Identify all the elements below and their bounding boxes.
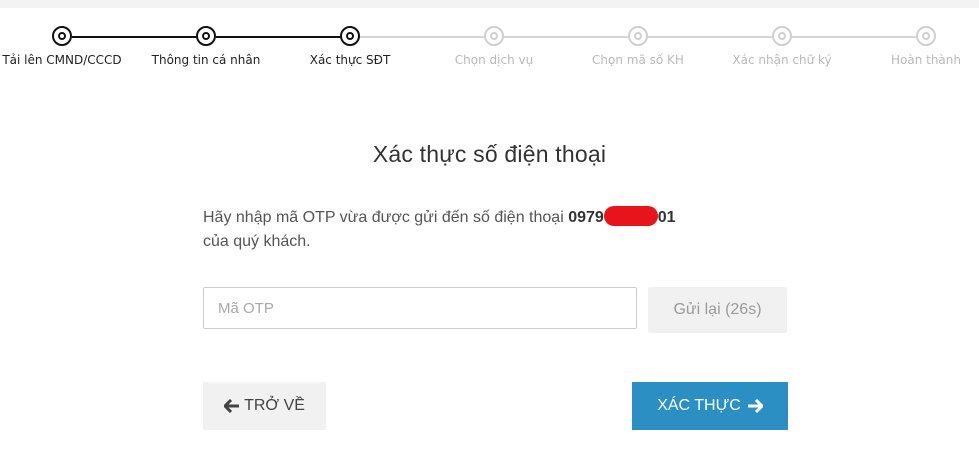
phone-number-start: 0979 <box>568 209 604 226</box>
step-choose-service: Chọn dịch vụ <box>434 26 554 68</box>
page-title: Xác thực số điện thoại <box>372 141 607 167</box>
phone-number: 0979 01 <box>568 206 676 226</box>
circle-dot-icon <box>196 26 216 46</box>
back-button-label: TRỞ VỀ <box>244 397 305 414</box>
step-label: Xác nhận chữ ký <box>732 53 832 67</box>
otp-instructions: Hãy nhập mã OTP vừa được gửi đến số điện… <box>203 206 803 254</box>
step-label: Thông tin cá nhân <box>151 53 261 67</box>
step-label: Chọn mã số KH <box>592 53 684 67</box>
verification-card: Tải lên CMND/CCCD Thông tin cá nhân Xác … <box>0 8 979 474</box>
circle-dot-icon <box>916 26 936 46</box>
back-button[interactable]: TRỞ VỀ <box>203 382 326 430</box>
step-choose-customer-code: Chọn mã số KH <box>578 26 698 68</box>
arrow-left-icon <box>224 399 240 413</box>
verify-button-label: XÁC THỰC <box>657 397 741 414</box>
step-label: Xác thực SĐT <box>309 53 391 67</box>
circle-dot-icon <box>628 26 648 46</box>
step-label: Chọn dịch vụ <box>454 53 534 67</box>
instruction-text: Hãy nhập mã OTP vừa được gửi đến số điện… <box>203 209 569 226</box>
step-verify-phone: Xác thực SĐT <box>290 26 410 68</box>
phone-number-end: 01 <box>657 209 676 226</box>
circle-dot-icon <box>52 26 72 46</box>
step-personal-info: Thông tin cá nhân <box>146 26 266 68</box>
redaction-mark <box>603 206 658 226</box>
step-confirm-signature: Xác nhận chữ ký <box>722 26 842 68</box>
circle-dot-icon <box>340 26 360 46</box>
step-label: Tải lên CMND/CCCD <box>2 53 122 67</box>
circle-dot-icon <box>772 26 792 46</box>
step-upload-id: Tải lên CMND/CCCD <box>2 26 122 68</box>
arrow-right-icon <box>747 399 763 413</box>
instruction-text-suffix: của quý khách. <box>203 233 311 250</box>
step-label: Hoàn thành <box>890 53 961 67</box>
circle-dot-icon <box>484 26 504 46</box>
otp-input[interactable] <box>203 287 637 329</box>
progress-stepper: Tải lên CMND/CCCD Thông tin cá nhân Xác … <box>0 8 979 108</box>
verify-button[interactable]: XÁC THỰC <box>632 382 788 430</box>
resend-otp-button[interactable]: Gửi lại (26s) <box>648 287 787 333</box>
step-complete: Hoàn thành <box>866 26 979 68</box>
